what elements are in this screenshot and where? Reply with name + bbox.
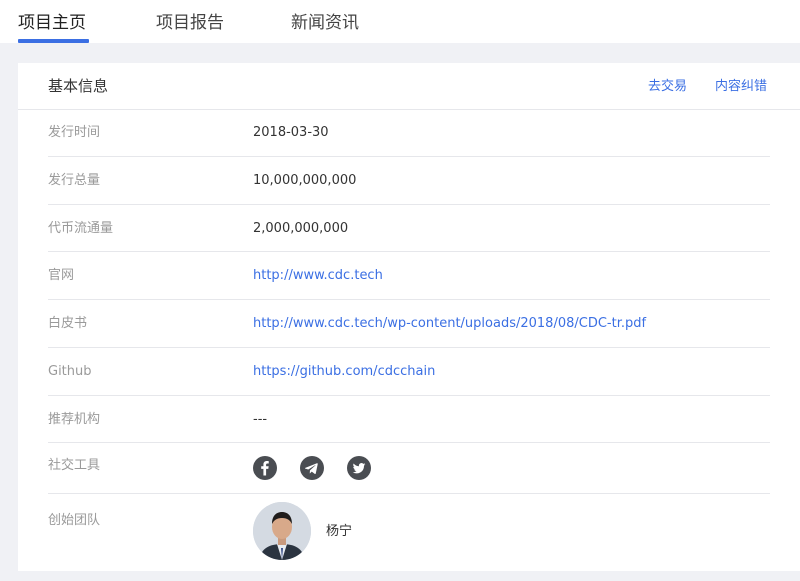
whitepaper-link[interactable]: http://www.cdc.tech/wp-content/uploads/2… [253,315,646,333]
facebook-icon[interactable] [253,456,277,480]
row-value: 10,000,000,000 [253,173,357,188]
report-error-link[interactable]: 内容纠错 [715,78,767,96]
github-link[interactable]: https://github.com/cdcchain [253,363,435,381]
row-value: 2018-03-30 [253,125,329,140]
telegram-icon[interactable] [300,456,324,480]
info-row-circulating-supply: 代币流通量 2,000,000,000 [48,205,770,252]
active-tab-indicator [18,39,89,43]
row-label: 白皮书 [48,316,88,331]
basic-info-card: 基本信息 去交易 内容纠错 发行时间 2018-03-30 发行总量 10,00… [18,63,800,571]
card-title: 基本信息 [48,77,109,95]
tab-project-home[interactable]: 项目主页 [18,11,86,35]
row-label: 发行时间 [48,125,101,140]
info-row-total-supply: 发行总量 10,000,000,000 [48,157,770,205]
row-label: 社交工具 [48,458,101,473]
info-row-github: Github https://github.com/cdcchain [48,348,770,396]
row-label: 官网 [48,268,75,283]
row-label: Github [48,364,92,379]
twitter-icon[interactable] [347,456,371,480]
card-header: 基本信息 去交易 内容纠错 [18,63,800,110]
info-row-issue-date: 发行时间 2018-03-30 [48,110,770,157]
info-row-whitepaper: 白皮书 http://www.cdc.tech/wp-content/uploa… [48,300,770,348]
info-row-social: 社交工具 [48,443,770,494]
info-row-recommended-institution: 推荐机构 --- [48,396,770,443]
row-label: 推荐机构 [48,412,101,427]
info-row-founding-team: 创始团队 杨宁 [48,494,770,571]
info-row-website: 官网 http://www.cdc.tech [48,252,770,300]
tab-project-report[interactable]: 项目报告 [156,11,224,35]
team-member-name[interactable]: 杨宁 [326,523,352,541]
go-trade-link[interactable]: 去交易 [648,78,687,96]
social-icons [253,456,373,480]
row-label: 发行总量 [48,173,101,188]
row-label: 创始团队 [48,513,101,528]
row-label: 代币流通量 [48,221,114,236]
tab-bar: 项目主页 项目报告 新闻资讯 [0,0,800,43]
tab-news[interactable]: 新闻资讯 [291,11,359,35]
row-value: 2,000,000,000 [253,221,349,236]
row-value: --- [253,412,268,427]
website-link[interactable]: http://www.cdc.tech [253,267,383,285]
avatar[interactable] [253,502,311,560]
